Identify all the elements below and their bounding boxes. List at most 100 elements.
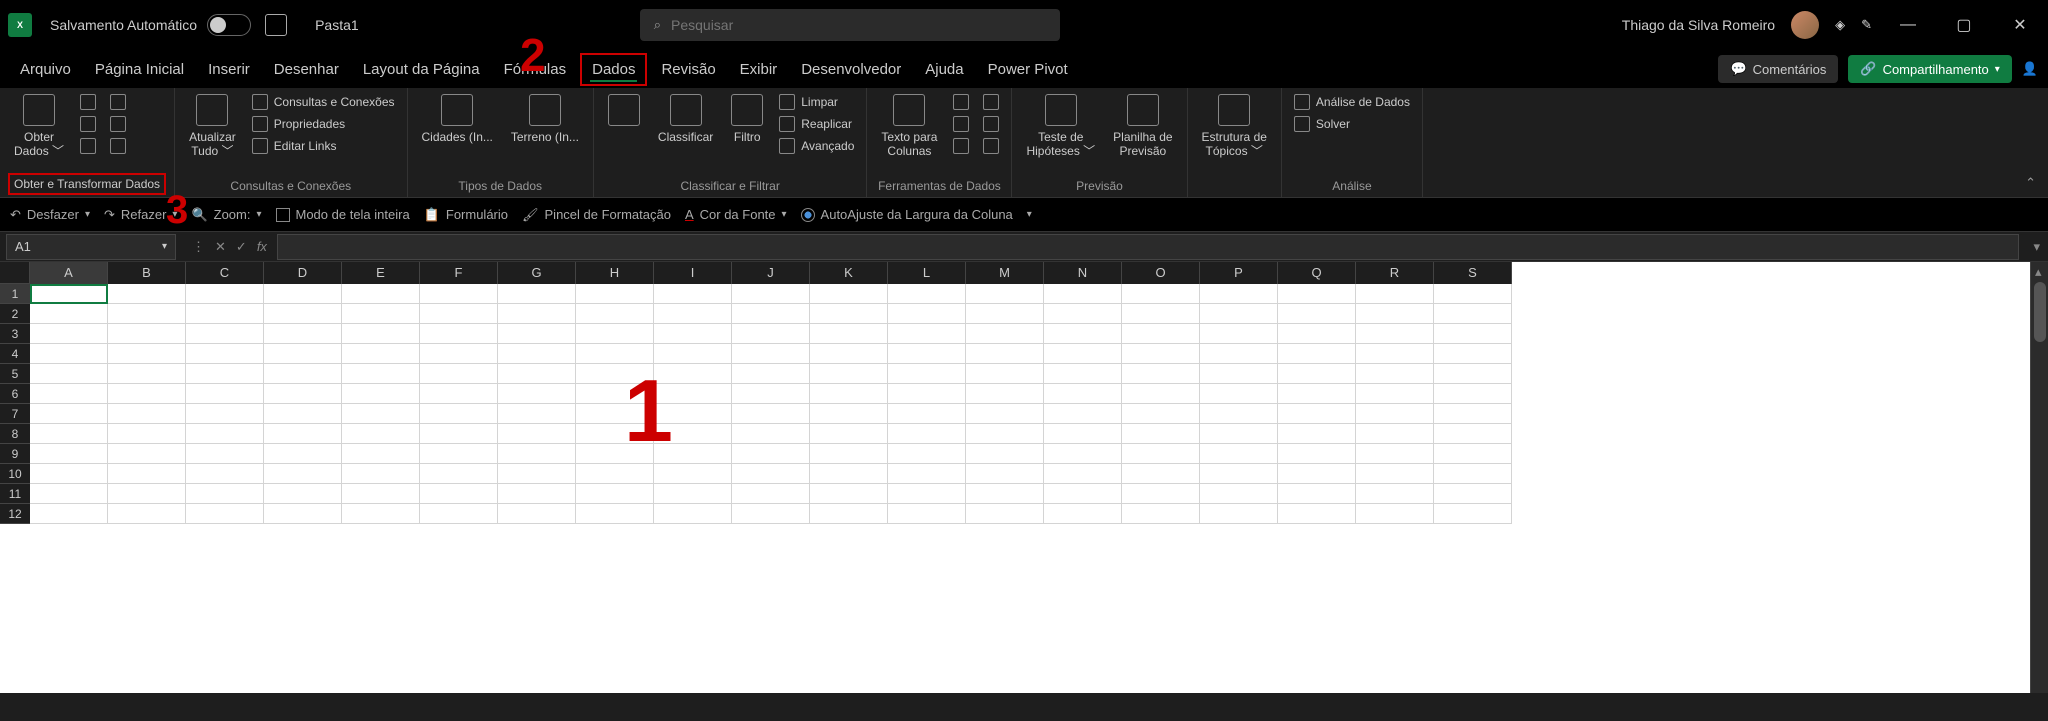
- cell[interactable]: [966, 344, 1044, 364]
- cell[interactable]: [1356, 424, 1434, 444]
- cell[interactable]: [1122, 284, 1200, 304]
- cell[interactable]: [966, 304, 1044, 324]
- cell[interactable]: [654, 444, 732, 464]
- cell[interactable]: [1434, 364, 1512, 384]
- cell[interactable]: [420, 444, 498, 464]
- cell[interactable]: [30, 344, 108, 364]
- cell[interactable]: [576, 484, 654, 504]
- tab-revisao[interactable]: Revisão: [651, 55, 725, 84]
- cell[interactable]: [342, 324, 420, 344]
- column-header[interactable]: O: [1122, 262, 1200, 284]
- ribbon-small-button[interactable]: [949, 92, 973, 112]
- tab-exibir[interactable]: Exibir: [730, 55, 788, 84]
- tab-arquivo[interactable]: Arquivo: [10, 55, 81, 84]
- diamond-icon[interactable]: ◈: [1835, 17, 1845, 33]
- cell[interactable]: [732, 404, 810, 424]
- cell[interactable]: [1044, 324, 1122, 344]
- cell[interactable]: [1356, 444, 1434, 464]
- cell[interactable]: [732, 384, 810, 404]
- cell[interactable]: [108, 344, 186, 364]
- row-header[interactable]: 3: [0, 324, 30, 344]
- cell[interactable]: [1356, 284, 1434, 304]
- cell[interactable]: [966, 484, 1044, 504]
- cell[interactable]: [732, 424, 810, 444]
- minimize-button[interactable]: —: [1888, 16, 1928, 34]
- cell[interactable]: [810, 464, 888, 484]
- cell[interactable]: [966, 464, 1044, 484]
- ribbon-big-button[interactable]: Classificar: [652, 92, 719, 146]
- cell[interactable]: [498, 324, 576, 344]
- cell[interactable]: [186, 344, 264, 364]
- column-header[interactable]: J: [732, 262, 810, 284]
- document-name[interactable]: Pasta1: [315, 17, 359, 33]
- cell[interactable]: [966, 444, 1044, 464]
- row-header[interactable]: 1: [0, 284, 30, 304]
- column-header[interactable]: P: [1200, 262, 1278, 284]
- cell[interactable]: [888, 424, 966, 444]
- cell[interactable]: [1044, 404, 1122, 424]
- column-header[interactable]: I: [654, 262, 732, 284]
- format-painter-button[interactable]: 🖌 Pincel de Formatação: [522, 207, 671, 223]
- column-header[interactable]: C: [186, 262, 264, 284]
- undo-button[interactable]: ↶ Desfazer ▾: [10, 207, 90, 223]
- cell[interactable]: [186, 364, 264, 384]
- cell[interactable]: [498, 404, 576, 424]
- ribbon-small-button[interactable]: [949, 136, 973, 156]
- cell[interactable]: [576, 364, 654, 384]
- confirm-icon[interactable]: ✓: [236, 239, 247, 255]
- scroll-thumb[interactable]: [2034, 282, 2046, 342]
- cell[interactable]: [186, 324, 264, 344]
- avatar[interactable]: [1791, 11, 1819, 39]
- cell[interactable]: [888, 484, 966, 504]
- cell[interactable]: [888, 444, 966, 464]
- cell[interactable]: [1122, 324, 1200, 344]
- cell[interactable]: [498, 444, 576, 464]
- cell[interactable]: [186, 484, 264, 504]
- cell[interactable]: [1434, 324, 1512, 344]
- cell[interactable]: [498, 344, 576, 364]
- column-header[interactable]: Q: [1278, 262, 1356, 284]
- ribbon-small-button[interactable]: [949, 114, 973, 134]
- cell[interactable]: [30, 464, 108, 484]
- cell[interactable]: [108, 504, 186, 524]
- cell[interactable]: [732, 464, 810, 484]
- cell[interactable]: [264, 404, 342, 424]
- cell[interactable]: [30, 304, 108, 324]
- user-name[interactable]: Thiago da Silva Romeiro: [1622, 17, 1775, 33]
- cell[interactable]: [498, 384, 576, 404]
- cell[interactable]: [1278, 364, 1356, 384]
- cell[interactable]: [186, 444, 264, 464]
- cell[interactable]: [1356, 384, 1434, 404]
- cell[interactable]: [810, 404, 888, 424]
- cell[interactable]: [342, 484, 420, 504]
- cell[interactable]: [186, 464, 264, 484]
- ribbon-big-button[interactable]: Terreno (In...: [505, 92, 585, 146]
- cell[interactable]: [186, 404, 264, 424]
- column-header[interactable]: K: [810, 262, 888, 284]
- cell[interactable]: [1434, 304, 1512, 324]
- cell[interactable]: [888, 504, 966, 524]
- cell[interactable]: [1200, 364, 1278, 384]
- cell[interactable]: [186, 504, 264, 524]
- cell[interactable]: [1122, 464, 1200, 484]
- cell[interactable]: [888, 344, 966, 364]
- fullscreen-toggle[interactable]: Modo de tela inteira: [276, 207, 410, 222]
- ribbon-big-button[interactable]: Filtro: [725, 92, 769, 146]
- row-header[interactable]: 2: [0, 304, 30, 324]
- column-header[interactable]: E: [342, 262, 420, 284]
- tab-formulas[interactable]: Fórmulas: [494, 55, 577, 84]
- cell[interactable]: [1044, 464, 1122, 484]
- cell[interactable]: [732, 504, 810, 524]
- cell[interactable]: [264, 344, 342, 364]
- cell[interactable]: [108, 384, 186, 404]
- ribbon-big-button[interactable]: Obter Dados ﹀: [8, 92, 70, 161]
- cell[interactable]: [1434, 344, 1512, 364]
- column-header[interactable]: S: [1434, 262, 1512, 284]
- cell[interactable]: [1044, 284, 1122, 304]
- cell[interactable]: [498, 424, 576, 444]
- cell[interactable]: [264, 324, 342, 344]
- row-header[interactable]: 11: [0, 484, 30, 504]
- cell[interactable]: [342, 384, 420, 404]
- cell[interactable]: [1434, 464, 1512, 484]
- cell[interactable]: [1122, 404, 1200, 424]
